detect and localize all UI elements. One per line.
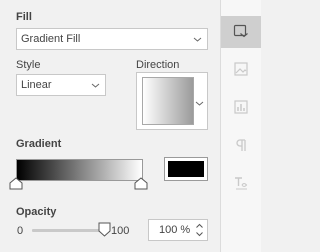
direction-preview (142, 77, 194, 125)
gradient-label: Gradient (16, 138, 62, 150)
fill-type-select[interactable]: Gradient Fill (16, 28, 208, 50)
image-settings-button[interactable] (221, 54, 261, 86)
opacity-slider-thumb[interactable] (98, 222, 111, 240)
spinner-arrows-icon[interactable] (195, 221, 204, 242)
paragraph-settings-icon (233, 137, 249, 156)
chevron-down-icon (91, 79, 100, 94)
stop-color-swatch (168, 161, 204, 177)
style-label: Style (16, 59, 41, 71)
gradient-stop-left[interactable] (9, 177, 23, 193)
gradient-direction-picker[interactable] (136, 72, 208, 130)
opacity-spinner[interactable]: 100 % (148, 219, 208, 241)
chart-settings-button[interactable] (221, 92, 261, 124)
shape-settings-icon (233, 23, 249, 42)
settings-panel: Fill Gradient Fill Style Linear Directio… (0, 0, 220, 252)
shape-settings-button[interactable] (221, 16, 261, 48)
gradient-stop-right[interactable] (134, 177, 148, 193)
opacity-slider-track[interactable] (32, 229, 106, 232)
gradient-style-value: Linear (21, 79, 52, 91)
chevron-down-icon (195, 97, 204, 112)
gradient-bar[interactable] (16, 159, 143, 181)
opacity-label: Opacity (16, 206, 57, 218)
text-art-settings-button[interactable] (221, 168, 261, 200)
right-settings-sidebar (220, 0, 261, 252)
chevron-down-icon (193, 33, 202, 48)
opacity-max-label: 100 (111, 225, 130, 237)
opacity-value: 100 % (159, 224, 191, 236)
stop-color-button[interactable] (164, 157, 208, 181)
chart-settings-icon (233, 99, 249, 118)
paragraph-settings-button[interactable] (221, 130, 261, 162)
fill-label: Fill (16, 11, 32, 23)
direction-label: Direction (136, 59, 180, 71)
fill-type-value: Gradient Fill (21, 33, 81, 45)
text-art-settings-icon (233, 175, 249, 194)
opacity-min-label: 0 (17, 225, 24, 237)
image-settings-icon (233, 61, 249, 80)
gradient-style-select[interactable]: Linear (16, 74, 106, 96)
